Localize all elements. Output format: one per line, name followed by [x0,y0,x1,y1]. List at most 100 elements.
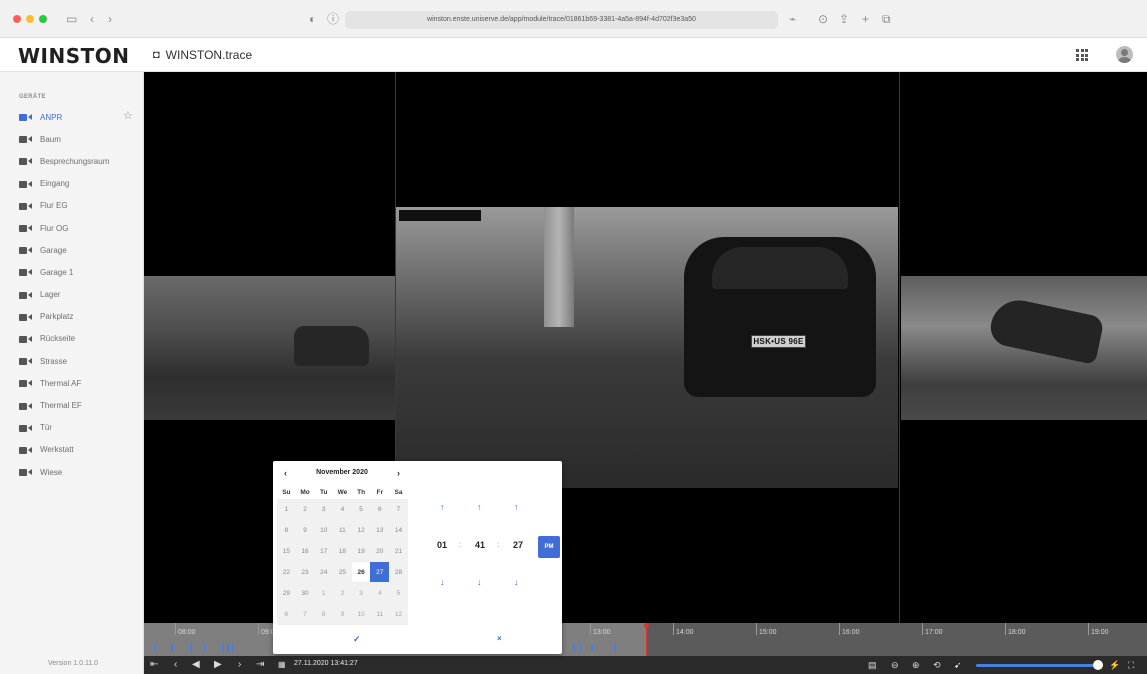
calendar-day[interactable]: 5 [351,499,371,520]
next-frame-thumbnail[interactable] [901,276,1147,420]
sidebar-item-device[interactable]: Garage [0,239,144,261]
calendar-day[interactable]: 8 [314,604,334,625]
calendar-day[interactable]: 17 [314,541,334,562]
calendar-day[interactable]: 4 [333,499,352,520]
zoom-out-icon[interactable]: ⊖ [891,659,899,671]
second-down-icon[interactable]: ↓ [514,577,519,587]
speed-icon[interactable]: ➹ [954,659,962,671]
step-forward-icon[interactable]: › [238,659,241,671]
jump-end-icon[interactable]: ⇥ [256,659,264,671]
calendar-day[interactable]: 4 [370,583,390,604]
sidebar-item-device[interactable]: Lager [0,284,144,306]
loop-icon[interactable]: ⟲ [933,659,941,671]
url-field[interactable]: winston.enste.uniserve.de/app/module/tra… [345,11,778,29]
calendar-day[interactable]: 12 [351,520,371,541]
play-reverse-icon[interactable]: ◀ [192,659,200,671]
fullscreen-icon[interactable]: ⛶ [1128,659,1134,671]
timeline-event-marker[interactable] [573,644,575,652]
sidebar-item-device[interactable]: Baum [0,128,144,150]
calendar-day[interactable]: 1 [277,499,296,520]
sidebar-item-device[interactable]: Flur EG [0,195,144,217]
current-datetime[interactable]: 27.11.2020 13:41:27 [294,660,358,667]
sidebar-item-device[interactable]: Wiese [0,461,144,483]
calendar-day[interactable]: 11 [333,520,352,541]
calendar-day[interactable]: 7 [295,604,315,625]
timeline-playhead[interactable] [644,623,649,656]
calendar-day[interactable]: 15 [277,541,296,562]
sidebar-toggle-icon[interactable]: ▭ [66,10,77,28]
calendar-day[interactable]: 20 [370,541,390,562]
calendar-day[interactable]: 16 [295,541,315,562]
calendar-day[interactable]: 21 [389,541,408,562]
calendar-day[interactable]: 19 [351,541,371,562]
calendar-day[interactable]: 22 [277,562,296,583]
current-frame[interactable]: HSK•US 96E [396,207,898,488]
timeline-event-marker[interactable] [227,644,229,652]
sidebar-item-device[interactable]: Rückseite [0,328,144,350]
user-avatar[interactable] [1116,46,1133,63]
minimize-window-button[interactable] [26,15,34,23]
apps-grid-icon[interactable] [1076,49,1089,61]
calendar-month-label[interactable]: November 2020 [277,466,407,480]
maximize-window-button[interactable] [39,15,47,23]
share-icon[interactable]: ⇪ [839,10,849,28]
timeline-event-marker[interactable] [591,644,593,652]
minute-value[interactable]: 41 [475,540,485,550]
sidebar-item-device[interactable]: Tür [0,417,144,439]
timeline-event-marker[interactable] [580,644,582,652]
timeline-event-marker[interactable] [204,644,206,652]
back-icon[interactable]: ‹ [90,10,94,28]
grid-view-icon[interactable]: ▤ [868,659,877,671]
close-window-button[interactable] [13,15,21,23]
second-value[interactable]: 27 [513,540,523,550]
sidebar-item-device[interactable]: Besprechungsraum [0,150,144,172]
calendar-day[interactable]: 23 [295,562,315,583]
sidebar-item-device[interactable]: ANPR ☆ [0,106,144,128]
tab-overview-icon[interactable]: ⧉ [882,10,891,28]
calendar-day[interactable]: 26 [351,562,371,583]
calendar-day[interactable]: 7 [389,499,408,520]
calendar-day[interactable]: 6 [277,604,296,625]
sidebar-item-device[interactable]: Parkplatz [0,306,144,328]
privacy-shield-icon[interactable]: ◐ [309,10,316,28]
speed-slider[interactable] [976,664,1100,667]
calendar-day[interactable]: 2 [333,583,352,604]
new-tab-icon[interactable]: + [862,10,869,28]
calendar-day[interactable]: 10 [351,604,371,625]
calendar-day[interactable]: 25 [333,562,352,583]
next-month-icon[interactable]: › [397,466,400,480]
zoom-in-icon[interactable]: ⊕ [912,659,920,671]
calendar-day[interactable]: 2 [295,499,315,520]
calendar-day[interactable]: 29 [277,583,296,604]
download-icon[interactable]: ⊙ [818,10,828,28]
calendar-day[interactable]: 18 [333,541,352,562]
calendar-day[interactable]: 24 [314,562,334,583]
calendar-day[interactable]: 11 [370,604,390,625]
timeline-event-marker[interactable] [190,644,192,652]
favorite-star-icon[interactable]: ☆ [123,110,133,122]
sidebar-item-device[interactable]: Eingang [0,173,144,195]
calendar-day[interactable]: 1 [314,583,334,604]
minute-down-icon[interactable]: ↓ [477,577,482,587]
second-up-icon[interactable]: ↑ [514,502,519,512]
jump-start-icon[interactable]: ⇤ [150,659,158,671]
calendar-day[interactable]: 3 [314,499,334,520]
calendar-day[interactable]: 30 [295,583,315,604]
timeline-event-marker[interactable] [232,644,234,652]
cancel-icon[interactable]: × [497,634,502,643]
calendar-day[interactable]: 10 [314,520,334,541]
calendar-day[interactable]: 9 [333,604,352,625]
sidebar-item-device[interactable]: Flur OG [0,217,144,239]
speed-slider-knob[interactable] [1093,660,1103,670]
calendar-day[interactable]: 5 [389,583,408,604]
hour-value[interactable]: 01 [437,540,447,550]
calendar-day[interactable]: 9 [295,520,315,541]
info-icon[interactable]: ⓘ [327,10,339,28]
forward-icon[interactable]: › [108,10,112,28]
calendar-day[interactable]: 28 [389,562,408,583]
calendar-day[interactable]: 12 [389,604,408,625]
hour-down-icon[interactable]: ↓ [440,577,445,587]
step-back-icon[interactable]: ‹ [174,659,177,671]
sidebar-item-device[interactable]: Thermal AF [0,372,144,394]
app-logo[interactable]: WINSTON [18,44,130,68]
